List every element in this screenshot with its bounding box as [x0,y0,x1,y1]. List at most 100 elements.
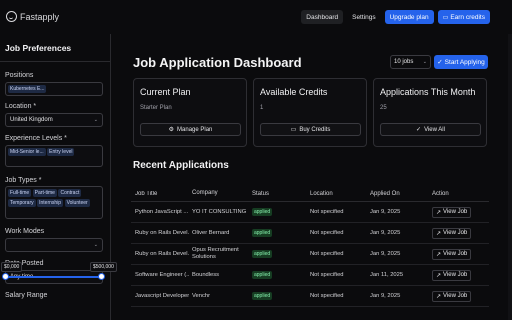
status-badge: applied [252,208,273,216]
job-type-tag[interactable]: Contract [58,189,82,197]
buy-credits-button[interactable]: ▭ Buy Credits [260,123,361,136]
cell-job-title: Javascript Developer [135,293,189,299]
app-name: Fastapply [20,11,60,22]
earn-credits-button[interactable]: ▭ Earn credits [437,10,490,24]
start-applying-button[interactable]: ✓ Start Applying [434,55,488,69]
checkmark-icon: ✓ [437,59,443,66]
job-type-tag[interactable]: Internship [37,198,64,207]
experience-label: Experience Levels * [5,135,67,142]
current-plan-card: Current Plan Starter Plan ⚙ Manage Plan [133,78,247,147]
card-value: 1 [260,105,264,111]
cell-company: Boundless [192,271,220,278]
external-link-icon: ↗ [436,230,442,237]
chevron-down-icon: ⌄ [93,242,98,248]
salary-slider-track[interactable] [6,276,102,278]
cell-job-title: Software Engineer (... [135,272,189,278]
status-badge: applied [252,229,273,237]
upgrade-plan-button[interactable]: Upgrade plan [384,10,434,24]
location-label: Location * [5,103,37,110]
cell-job-title: Python JavaScript ... [135,209,189,215]
view-job-label: View Job [443,272,468,278]
job-type-tag[interactable]: Full-time [8,189,32,197]
manage-plan-button[interactable]: ⚙ Manage Plan [140,123,241,136]
card-value: 25 [380,105,387,111]
status-badge: applied [252,292,273,300]
header-company: Company [192,190,218,196]
card-icon: ▭ [290,127,297,133]
available-credits-card: Available Credits 1 ▭ Buy Credits [253,78,367,147]
job-type-tag[interactable]: Part-time [32,189,57,197]
external-link-icon: ↗ [436,293,442,300]
location-value: United Kingdom [10,117,53,123]
cell-job-title: Ruby on Rails Devel... [135,251,189,257]
header-job-title: Job Title [135,190,158,197]
cell-location: Not specified [310,251,344,257]
gear-icon: ⚙ [168,127,175,133]
cell-company: Venchr [192,292,211,299]
positions-input[interactable]: Kubernetes E... [5,82,103,96]
view-job-label: View Job [443,209,468,215]
view-job-button[interactable]: ↗ View Job [432,269,472,281]
status-badge: applied [252,250,273,258]
header-applied-on: Applied On [370,190,400,197]
card-title: Current Plan [140,87,191,97]
chevron-down-icon: ⌄ [422,59,427,65]
salary-max-handle[interactable] [98,273,105,280]
table-header: Job Title Company Status Location Applie… [131,186,489,202]
sidebar-divider [0,61,111,62]
external-link-icon: ↗ [436,209,442,216]
page-title: Job Application Dashboard [133,55,302,70]
page-scrollbar[interactable] [508,34,512,320]
cell-applied-on: Jan 11, 2025 [370,272,404,278]
positions-label: Positions [5,72,34,79]
work-modes-select[interactable]: ⌄ [5,238,103,252]
cell-applied-on: Jan 9, 2025 [370,251,401,257]
start-applying-label: Start Applying [444,58,485,66]
app-logo[interactable]: Fastapply [6,11,59,22]
view-job-label: View Job [443,230,468,236]
view-job-label: View Job [443,251,468,257]
earn-credits-label: Earn credits [450,13,485,21]
nav-settings[interactable]: Settings [347,10,381,24]
buy-credits-label: Buy Credits [299,126,331,133]
salary-label: Salary Range [5,292,48,299]
header-status: Status [252,190,270,197]
view-job-button[interactable]: ↗ View Job [432,248,472,260]
view-all-button[interactable]: ✓ View All [380,123,481,136]
experience-tag[interactable]: Mid-Senior le... [8,148,46,156]
external-link-icon: ↗ [436,272,442,279]
experience-tag[interactable]: Entry level [47,148,75,156]
job-type-tag[interactable]: Temporary [8,198,36,207]
view-job-button[interactable]: ↗ View Job [432,206,472,218]
cell-applied-on: Jan 9, 2025 [370,230,401,236]
top-nav: Dashboard Settings Upgrade plan ▭ Earn cr… [301,10,490,24]
salary-min-handle[interactable] [2,273,9,280]
view-job-button[interactable]: ↗ View Job [432,290,472,302]
card-title: Available Credits [260,87,328,97]
table-row: Python JavaScript ... YO IT CONSULTING a… [131,202,489,223]
view-job-label: View Job [443,293,468,299]
cell-location: Not specified [310,230,344,236]
table-row: Javascript Developer Venchr applied Not … [131,286,489,307]
position-tag[interactable]: Kubernetes E... [8,85,47,93]
nav-dashboard[interactable]: Dashboard [301,10,344,24]
job-types-input[interactable]: Full-time Part-time Contract Temporary I… [5,186,103,219]
location-select[interactable]: United Kingdom ⌄ [5,113,103,127]
jobs-count-select[interactable]: 10 jobs ⌄ [390,55,431,69]
external-link-icon: ↗ [436,251,442,258]
card-title: Applications This Month [380,87,476,97]
manage-plan-label: Manage Plan [177,126,213,133]
experience-input[interactable]: Mid-Senior le... Entry level [5,145,103,167]
view-job-button[interactable]: ↗ View Job [432,227,472,239]
job-types-label: Job Types * [5,177,42,184]
cell-company: Oliver Bernard [192,229,230,236]
header-location: Location [310,190,333,197]
job-type-tag[interactable]: Volunteer [64,198,90,207]
sidebar-title: Job Preferences [5,43,72,53]
credit-card-icon: ▭ [442,14,449,21]
table-row: Ruby on Rails Devel... Opus Recruitment … [131,244,489,265]
salary-min-value: $0,000 [1,262,23,272]
top-bar: Fastapply Dashboard Settings Upgrade pla… [0,0,512,34]
cell-applied-on: Jan 9, 2025 [370,209,401,215]
cell-applied-on: Jan 9, 2025 [370,293,401,299]
